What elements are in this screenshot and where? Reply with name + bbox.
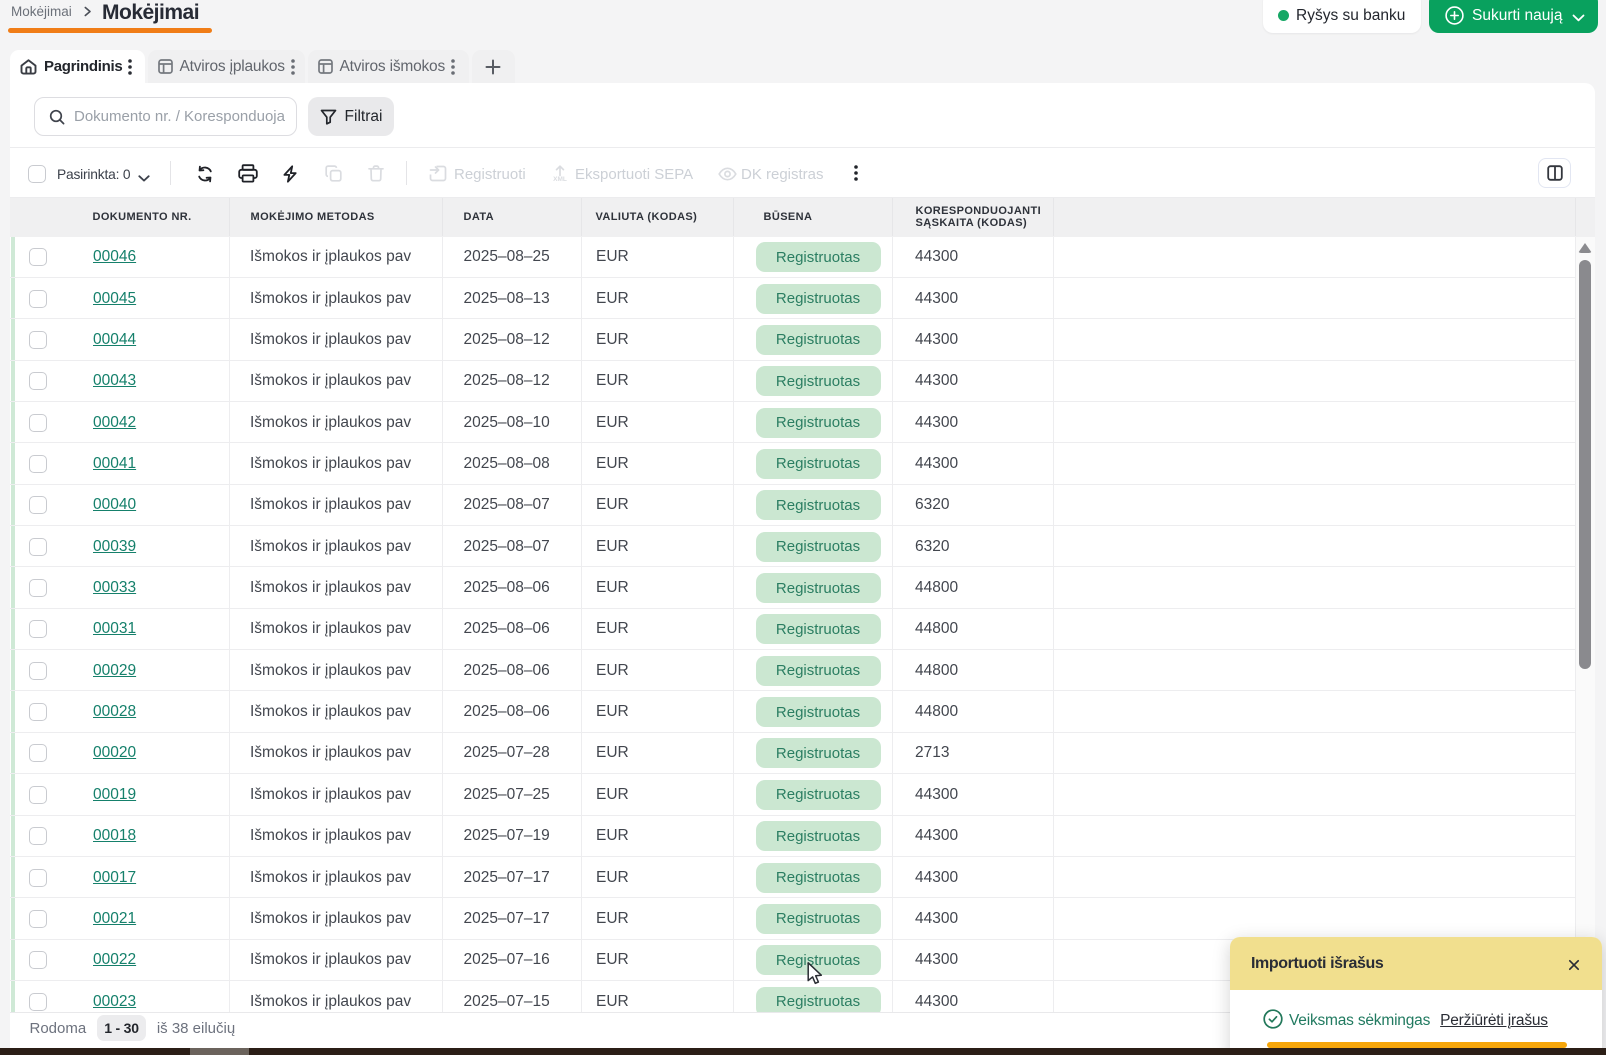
svg-text:XML: XML [553, 176, 567, 182]
